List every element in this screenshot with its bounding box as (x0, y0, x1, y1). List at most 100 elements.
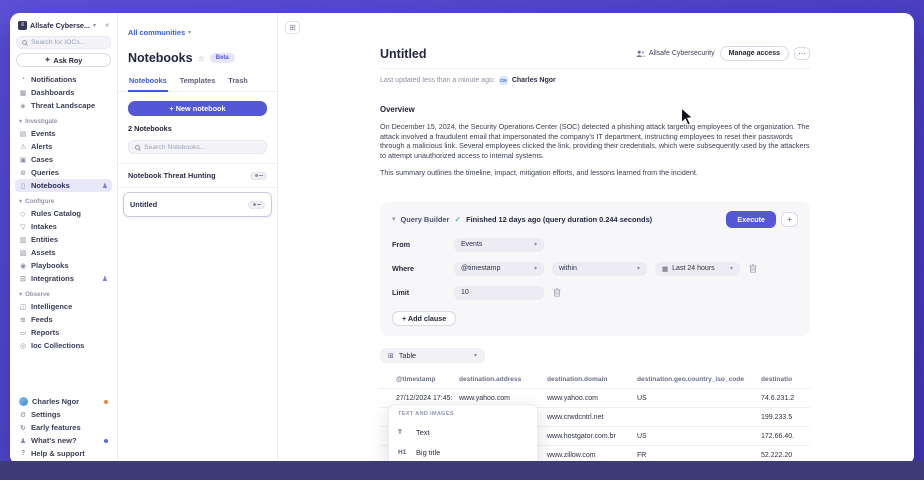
calendar-icon: ▦ (662, 265, 668, 273)
sidebar-item-charles-ngor[interactable]: Charles Ngor (15, 395, 112, 408)
sidebar-item-cases[interactable]: ▣Cases (15, 153, 112, 166)
slash-menu-item-label: Text (416, 428, 430, 437)
where-time-select[interactable]: ▦ Last 24 hours ▾ (655, 262, 740, 276)
sidebar-item-intelligence[interactable]: ◫Intelligence (15, 300, 112, 313)
sidebar-item-queries[interactable]: ⊙Queries (15, 166, 112, 179)
add-clause-button[interactable]: + Add clause (392, 311, 456, 326)
what-s-new-dot (104, 439, 108, 443)
add-query-button[interactable]: + (781, 212, 798, 227)
query-icon: ⊙ (19, 169, 27, 177)
query-builder-card: ▾ Query Builder ✓ Finished 12 days ago (… (380, 202, 810, 336)
overview-paragraph-2: This summary outlines the timeline, impa… (380, 168, 810, 178)
ioc-search[interactable] (16, 36, 111, 49)
intel-icon: ◫ (19, 303, 27, 311)
section-header-observe[interactable]: ▾Observe (19, 291, 108, 298)
view-type-select[interactable]: ⊞ Table ▾ (380, 348, 485, 363)
table-cell: www.hostgator.com.br (541, 427, 631, 446)
ioc-search-input[interactable] (31, 39, 105, 46)
text-icon: T (398, 429, 410, 436)
more-options-button[interactable]: ⋯ (794, 47, 810, 60)
layout-toggle-button[interactable]: ⊞ (285, 21, 300, 34)
org-selector[interactable]: ≡ Allsafe Cyberse... ▾ « (15, 20, 112, 31)
table-column-header: @timestamp (380, 371, 453, 389)
sidebar-item-label: Notebooks (31, 181, 70, 190)
notebook-title: Untitled (130, 200, 157, 209)
document: Untitled Allsafe Cybersecurity Manage ac… (380, 13, 810, 465)
sidebar-item-assets[interactable]: ▧ Assets (15, 246, 112, 259)
list-icon: ▤ (19, 130, 27, 138)
sidebar-item-events[interactable]: ▤Events (15, 127, 112, 140)
community-label: All communities (128, 28, 185, 37)
notebook-search[interactable] (128, 140, 267, 154)
sidebar-item-alerts[interactable]: ⚠Alerts (15, 140, 112, 153)
manage-access-button[interactable]: Manage access (720, 46, 789, 61)
collapse-sidebar-icon[interactable]: « (105, 22, 109, 29)
report-icon: ▭ (19, 329, 27, 337)
community-selector[interactable]: All communities ▾ (128, 28, 191, 37)
where-time-value: Last 24 hours (672, 265, 714, 272)
table-column-header: destinatio (755, 371, 810, 389)
tab-notebooks[interactable]: Notebooks (128, 74, 168, 92)
table-cell: US (631, 427, 755, 446)
where-field-select[interactable]: @timestamp ▾ (454, 262, 544, 276)
where-operator-select[interactable]: within ▾ (552, 262, 647, 276)
chevron-down-icon: ▾ (19, 198, 22, 205)
ask-roy-button[interactable]: ✦ Ask Roy (16, 53, 111, 67)
sidebar-item-intakes[interactable]: ▽Intakes (15, 220, 112, 233)
sidebar-item-dashboards[interactable]: ▦Dashboards (15, 86, 112, 99)
sparkle-icon: ✦ (45, 56, 51, 64)
sidebar-item-label: Assets (31, 248, 56, 257)
people-icon (636, 50, 646, 58)
author-avatar: CN (499, 76, 508, 85)
asset-icon: ▧ (19, 249, 27, 257)
last-updated-text: Last updated less than a minute ago: (380, 77, 495, 84)
sidebar-item-settings[interactable]: ⚙Settings (15, 408, 112, 421)
tab-templates[interactable]: Templates (179, 74, 217, 91)
trash-icon (553, 288, 561, 297)
where-label: Where (392, 264, 454, 273)
sidebar-item-notebooks[interactable]: ▯ Notebooks ♟ (15, 179, 112, 192)
grid-icon: ⊞ (289, 23, 296, 32)
insert-block-menu: TEXT AND IMAGES TTextH1Big title (388, 404, 538, 465)
table-cell: 172.66.40. (755, 427, 810, 446)
delete-clause-button[interactable] (749, 264, 757, 273)
sidebar-item-threat-landscape[interactable]: ◈Threat Landscape (15, 99, 112, 112)
table-cell: 199.233.5 (755, 408, 810, 427)
panel-top: All communities ▾ Notebooks ☆ Beta (118, 13, 277, 74)
new-notebook-button[interactable]: + New notebook (128, 101, 267, 116)
sidebar-item-rules-catalog[interactable]: ◇Rules Catalog (15, 207, 112, 220)
slash-menu-item-label: Big title (416, 448, 440, 457)
tab-trash[interactable]: Trash (227, 74, 248, 91)
success-check-icon: ✓ (454, 215, 461, 224)
sidebar-item-entities[interactable]: ▥Entities (15, 233, 112, 246)
notebook-search-input[interactable] (144, 144, 260, 151)
notebook-item-untitled[interactable]: Untitled (123, 192, 272, 217)
sidebar-item-help-support[interactable]: ?Help & support (15, 447, 112, 460)
sidebar-item-label: Playbooks (31, 261, 69, 270)
sidebar-item-reports[interactable]: ▭Reports (15, 326, 112, 339)
sidebar-item-label: Threat Landscape (31, 101, 95, 110)
alert-icon: ⚠ (19, 143, 27, 151)
user-icon: ♟ (102, 182, 108, 190)
section-title: Observe (25, 291, 50, 298)
collapse-chevron-icon[interactable]: ▾ (392, 215, 396, 223)
sidebar-item-ioc-collections[interactable]: ◎Ioc Collections (15, 339, 112, 352)
sidebar-item-what-s-new[interactable]: ♟What's new? (15, 434, 112, 447)
sidebar-item-notifications[interactable]: ◔Notifications (15, 73, 112, 86)
section-header-configure[interactable]: ▾Configure (19, 198, 108, 205)
sidebar-item-playbooks[interactable]: ◉Playbooks (15, 259, 112, 272)
delete-limit-button[interactable] (553, 288, 561, 297)
sidebar-item-feeds[interactable]: ≋Feeds (15, 313, 112, 326)
slash-menu-item-big-title[interactable]: H1Big title (398, 448, 528, 457)
limit-input[interactable] (454, 286, 544, 300)
sidebar-item-early-features[interactable]: ↻Early features (15, 421, 112, 434)
star-icon[interactable]: ☆ (198, 54, 205, 63)
from-select[interactable]: Events ▾ (454, 238, 544, 252)
sidebar: ≡ Allsafe Cyberse... ▾ « ✦ Ask Roy ◔Noti… (10, 13, 118, 465)
execute-button[interactable]: Execute (726, 211, 776, 228)
notebook-icon: ▯ (19, 182, 27, 190)
sidebar-item-integrations[interactable]: ⊡Integrations♟ (15, 272, 112, 285)
notebook-item-notebook-threat-hunting[interactable]: Notebook Threat Hunting (118, 164, 277, 188)
slash-menu-item-text[interactable]: T Text (398, 428, 528, 437)
section-header-investigate[interactable]: ▾Investigate (19, 118, 108, 125)
